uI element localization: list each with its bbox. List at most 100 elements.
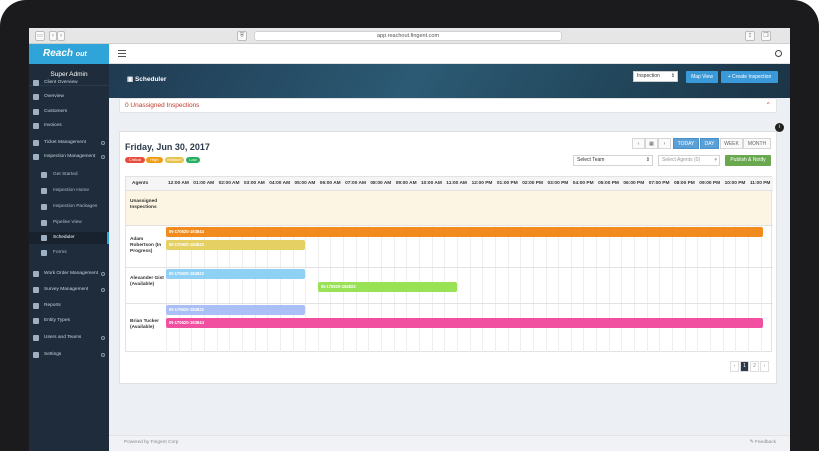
hour-label: 12:00 PM bbox=[471, 181, 493, 186]
sidebar-item-label: Client Overview bbox=[44, 80, 78, 85]
page-2[interactable]: 2 bbox=[750, 361, 759, 372]
legend-low[interactable]: Low bbox=[186, 157, 200, 163]
power-icon[interactable] bbox=[775, 50, 782, 57]
sidebar-item-scheduler[interactable]: Scheduler bbox=[29, 232, 109, 244]
legend-high[interactable]: High bbox=[146, 157, 163, 163]
topbar bbox=[109, 44, 790, 64]
sidebar-item-label: Inspection Packages bbox=[53, 204, 98, 209]
footer-powered-by: Powered by Fingent Corp bbox=[124, 440, 179, 445]
sidebar-item-invoices[interactable]: Invoices bbox=[29, 120, 109, 132]
expand-icon bbox=[101, 155, 105, 159]
hour-label: 08:00 PM bbox=[674, 181, 695, 186]
inspection-event[interactable]: IN-170620-184822 bbox=[317, 282, 457, 292]
sidebar-item-pipeline-view[interactable]: Pipeline View bbox=[29, 217, 109, 229]
sidebar-item-label: Reports bbox=[44, 303, 61, 308]
inspection-home-icon bbox=[41, 188, 47, 194]
legend-medium[interactable]: Medium bbox=[165, 157, 184, 163]
inspection-event[interactable]: IN-170620-184822 bbox=[166, 305, 306, 315]
sidebar-item-overview[interactable]: Overview bbox=[29, 91, 109, 103]
users-and-teams-icon bbox=[33, 335, 39, 341]
sidebar-item-ticket-management[interactable]: Ticket Management bbox=[29, 137, 109, 149]
team-select[interactable]: Select Team ⇕ bbox=[573, 155, 653, 166]
sidebar-item-reports[interactable]: Reports bbox=[29, 300, 109, 312]
agents-select[interactable]: Select Agents (0) ▾ bbox=[658, 155, 720, 166]
url-bar[interactable]: app.reachout.fingent.com bbox=[254, 31, 562, 41]
sidebar-item-customers[interactable]: Customers bbox=[29, 106, 109, 118]
sidebar-item-label: Work Order Management bbox=[44, 271, 99, 276]
unassigned-panel[interactable]: 0 Unassigned Inspections ⌃ bbox=[119, 98, 777, 113]
sidebar-item-survey-management[interactable]: Survey Management bbox=[29, 284, 109, 296]
month-view-button[interactable]: MONTH bbox=[743, 138, 771, 149]
legend-critical[interactable]: Critical bbox=[125, 157, 145, 163]
hour-label: 02:00 AM bbox=[218, 181, 240, 186]
hour-label: 01:00 AM bbox=[193, 181, 215, 186]
inspection-event[interactable]: IN-170620-184822 bbox=[166, 240, 306, 250]
sidebar-item-entity-types[interactable]: Entity Types bbox=[29, 315, 109, 327]
sidebar-item-client-overview[interactable]: Client Overview bbox=[29, 77, 109, 89]
scheduler-icon bbox=[41, 235, 47, 241]
feedback-link[interactable]: ✎ Feedback bbox=[750, 436, 776, 450]
scheduler-panel: Friday, Jun 30, 2017 Critical High Medium L… bbox=[119, 131, 777, 384]
sidebar-item-label: Customers bbox=[44, 109, 68, 114]
module-select[interactable]: Inspection ⇕ bbox=[633, 71, 678, 82]
invoices-icon bbox=[33, 123, 39, 129]
expand-icon bbox=[101, 353, 105, 357]
sidebar-item-label: Get Started bbox=[53, 172, 78, 177]
expand-icon bbox=[101, 272, 105, 276]
page-1[interactable]: 1 bbox=[740, 361, 749, 372]
agent-brian-tucker-available[interactable]: Brian Tucker (Available) bbox=[126, 319, 166, 331]
sidebar-toggle-icon[interactable]: ▭ bbox=[35, 31, 45, 41]
hour-label: 08:00 AM bbox=[370, 181, 392, 186]
sidebar-item-users-and-teams[interactable]: Users and Teams bbox=[29, 332, 109, 344]
logo[interactable]: Reach out bbox=[29, 44, 109, 64]
inspection-event[interactable]: IN-170620-193844 bbox=[166, 318, 764, 328]
forms-icon bbox=[41, 250, 47, 256]
sidebar-item-settings[interactable]: Settings bbox=[29, 349, 109, 361]
client-overview-icon bbox=[33, 80, 39, 86]
sidebar-item-get-started[interactable]: Get Started bbox=[29, 169, 109, 181]
sidebar-item-label: Forms bbox=[53, 250, 67, 255]
sidebar-item-inspection-packages[interactable]: Inspection Packages bbox=[29, 201, 109, 213]
tabs-icon[interactable]: ❐ bbox=[761, 31, 771, 41]
next-button[interactable]: › bbox=[658, 138, 671, 149]
hour-label: 05:00 PM bbox=[598, 181, 619, 186]
agent-unassigned-inspections[interactable]: Unassigned Inspections bbox=[126, 199, 166, 211]
page-prev[interactable]: ‹ bbox=[730, 361, 739, 372]
pipeline-view-icon bbox=[41, 220, 47, 226]
unassigned-row bbox=[126, 191, 771, 225]
forward-icon[interactable]: › bbox=[57, 31, 65, 41]
publish-notify-button[interactable]: Publish & Notify bbox=[725, 155, 771, 166]
sidebar-item-inspection-management[interactable]: Inspection Management bbox=[29, 151, 109, 163]
sidebar-item-work-order-management[interactable]: Work Order Management bbox=[29, 268, 109, 280]
shield-icon[interactable]: ⛨ bbox=[237, 31, 247, 41]
sidebar-item-label: Scheduler bbox=[53, 235, 75, 240]
grid-header: Agents 12:00 AM 01:00 AM 02:00 AM 03:00 AM 0… bbox=[126, 177, 773, 191]
row-divider bbox=[126, 225, 773, 226]
page-next[interactable]: › bbox=[760, 361, 769, 372]
week-view-button[interactable]: WEEK bbox=[720, 138, 743, 149]
calendar-icon[interactable]: ▦ bbox=[645, 138, 658, 149]
sidebar-item-label: Ticket Management bbox=[44, 140, 86, 145]
chevron-up-icon[interactable]: ⌃ bbox=[766, 99, 771, 113]
create-inspection-button[interactable]: + Create Inspection bbox=[721, 71, 778, 83]
agent-alexander-gist-available[interactable]: Alexander Gist (Available) bbox=[126, 276, 166, 288]
share-icon[interactable]: ⇪ bbox=[745, 31, 755, 41]
hour-label: 10:00 PM bbox=[724, 181, 746, 186]
inspection-event[interactable]: IN-170620-184822 bbox=[166, 269, 306, 279]
sidebar-item-forms[interactable]: Forms bbox=[29, 247, 109, 259]
browser-chrome: ▭ ‹ › ⛨ app.reachout.fingent.com ⇪ ❐ bbox=[29, 28, 790, 44]
back-icon[interactable]: ‹ bbox=[49, 31, 57, 41]
day-view-button[interactable]: DAY bbox=[700, 138, 719, 149]
inspection-event[interactable]: IN-170620-193844 bbox=[166, 227, 764, 237]
hour-label: 03:00 PM bbox=[547, 181, 569, 186]
menu-icon[interactable] bbox=[118, 50, 126, 57]
map-view-button[interactable]: Map View bbox=[686, 71, 718, 83]
overview-icon bbox=[33, 94, 39, 100]
today-button[interactable]: TODAY bbox=[673, 138, 699, 149]
inspection-packages-icon bbox=[41, 204, 47, 210]
prev-button[interactable]: ‹ bbox=[632, 138, 645, 149]
reports-icon bbox=[33, 303, 39, 309]
agent-adam-robertson-in-progress[interactable]: Adam Robertson (In Progress) bbox=[126, 237, 166, 255]
sidebar-item-inspection-home[interactable]: Inspection Home bbox=[29, 185, 109, 197]
hour-label: 04:00 AM bbox=[269, 181, 291, 186]
